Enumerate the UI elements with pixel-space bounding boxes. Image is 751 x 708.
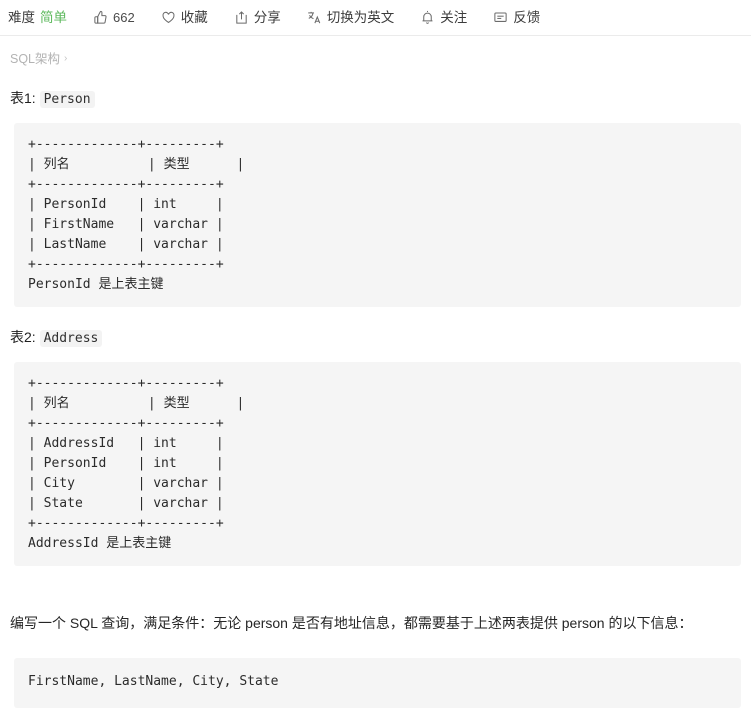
feedback-icon (493, 10, 508, 25)
chevron-right-icon: › (64, 53, 68, 64)
table-caption-address: 表2: Address (10, 327, 741, 349)
share-icon (234, 10, 249, 25)
difficulty-label: 难度 (8, 9, 35, 25)
like-button[interactable]: 662 (93, 8, 135, 27)
table-name-person: Person (39, 91, 95, 108)
difficulty-value: 简单 (40, 9, 67, 25)
code-block-address-schema: +-------------+---------+ | 列名 | 类型 | +-… (14, 362, 741, 566)
code-block-required-fields: FirstName, LastName, City, State (14, 658, 741, 708)
like-count: 662 (113, 10, 135, 25)
table-name-address: Address (39, 330, 103, 347)
problem-description: SQL架构 › 表1: Person +-------------+------… (0, 36, 751, 708)
breadcrumb-item-sql-schema[interactable]: SQL架构 (10, 50, 60, 68)
share-button[interactable]: 分享 (234, 8, 281, 27)
table-caption-prefix: 表1: (10, 90, 36, 106)
code-block-person-schema: +-------------+---------+ | 列名 | 类型 | +-… (14, 123, 741, 307)
favorite-button[interactable]: 收藏 (161, 8, 208, 27)
action-toolbar: 难度 简单 662 收藏 分享 切换为英文 关注 反馈 (0, 0, 751, 36)
translate-button[interactable]: 切换为英文 (307, 8, 395, 27)
heart-icon (161, 10, 176, 25)
follow-label: 关注 (440, 9, 468, 25)
feedback-button[interactable]: 反馈 (493, 8, 540, 27)
share-label: 分享 (253, 9, 281, 25)
follow-button[interactable]: 关注 (420, 8, 467, 27)
difficulty-indicator: 难度 简单 (8, 9, 67, 27)
bell-icon (420, 10, 435, 25)
table-caption-prefix: 表2: (10, 329, 36, 345)
code-text-person-schema: +-------------+---------+ | 列名 | 类型 | +-… (28, 137, 245, 292)
question-paragraph: 编写一个 SQL 查询，满足条件：无论 person 是否有地址信息，都需要基于… (10, 615, 693, 631)
favorite-label: 收藏 (180, 9, 208, 25)
thumbs-up-icon (93, 10, 108, 25)
code-text-address-schema: +-------------+---------+ | 列名 | 类型 | +-… (28, 376, 245, 551)
code-text-required-fields: FirstName, LastName, City, State (28, 674, 279, 689)
table-caption-person: 表1: Person (10, 88, 741, 110)
translate-label: 切换为英文 (326, 9, 395, 25)
feedback-label: 反馈 (513, 9, 541, 25)
breadcrumb: SQL架构 › (10, 50, 741, 68)
translate-icon (307, 10, 322, 25)
